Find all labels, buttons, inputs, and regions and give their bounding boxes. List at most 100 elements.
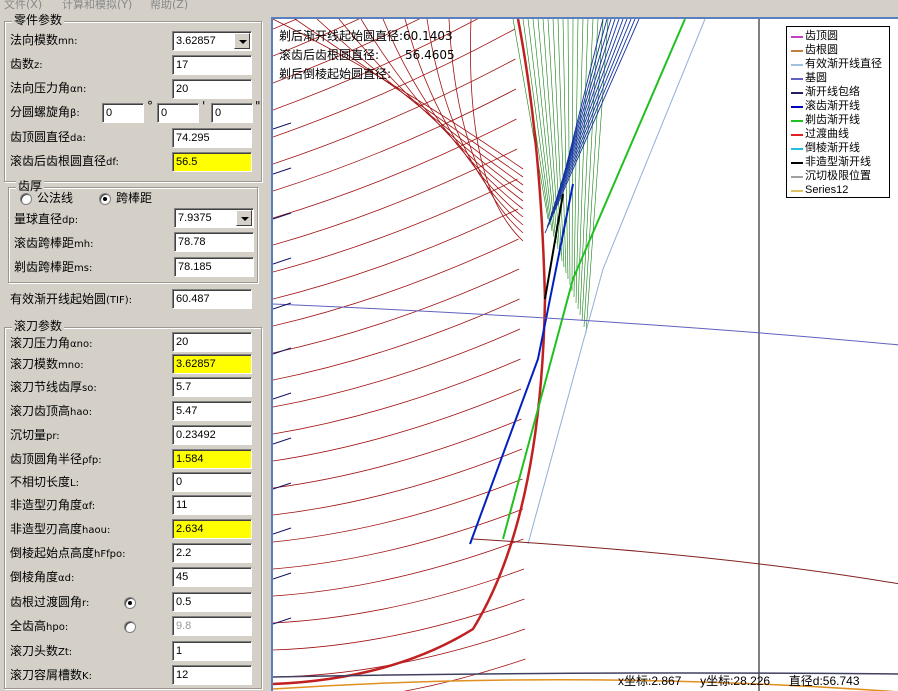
hffpo-input[interactable]: 2.2	[172, 543, 252, 563]
r-input[interactable]: 0.5	[172, 592, 252, 612]
legend-label: 过渡曲线	[805, 128, 849, 140]
hpo-input[interactable]: 9.8	[172, 616, 252, 636]
da-input[interactable]: 74.295	[172, 128, 252, 148]
ano-input[interactable]: 20	[172, 332, 252, 352]
fillet-curve	[273, 19, 547, 686]
legend-label: 基圆	[805, 72, 827, 84]
dp-combo[interactable]: 7.9375	[174, 208, 254, 228]
info2-value: 56.4605	[405, 48, 455, 62]
ad-input[interactable]: 45	[172, 567, 252, 587]
an-input[interactable]: 20	[172, 79, 252, 99]
mno-label: 滚刀模数mno:	[10, 357, 84, 371]
hob-involute-line	[562, 19, 569, 280]
mno-input[interactable]: 3.62857	[172, 354, 252, 374]
mn-combo[interactable]: 3.62857	[172, 31, 252, 51]
legend-swatch	[791, 106, 803, 108]
sec-mark: "	[255, 99, 261, 113]
L-label: 不相切长度L:	[10, 475, 79, 489]
envelope-curve	[273, 178, 518, 273]
ano-label: 滚刀压力角αno:	[10, 336, 93, 350]
tif-input[interactable]: 60.487	[172, 289, 252, 309]
envelope-curve	[448, 19, 524, 234]
involute-envelope-mark	[273, 527, 292, 535]
af-input[interactable]: 11	[172, 495, 252, 515]
base-circle	[273, 303, 898, 346]
over-pins-radio[interactable]	[99, 193, 111, 205]
df-label: 滚齿后齿根圆直径df:	[10, 154, 119, 168]
involute-envelope-mark	[273, 122, 292, 130]
hob-involute-line	[542, 19, 561, 256]
info1-value: 60.1403	[403, 29, 453, 43]
mh-input[interactable]: 78.78	[174, 232, 254, 252]
root-fillet-radio[interactable]	[124, 597, 136, 609]
legend-label: 剃齿渐开线	[805, 114, 860, 126]
zt-input[interactable]: 1	[172, 641, 252, 661]
envelope-curve	[273, 478, 523, 543]
beta-min-input[interactable]: 0	[157, 103, 199, 123]
legend-swatch	[791, 78, 803, 80]
chevron-down-icon[interactable]	[234, 33, 250, 49]
min-mark: '	[202, 99, 206, 113]
menu-bar: 文件(X) 计算和模拟(Y) 帮助(Z)	[0, 0, 898, 12]
legend-swatch	[791, 162, 803, 164]
gear-params-title: 零件参数	[12, 13, 65, 27]
legend-label: 渐开线包络	[805, 86, 860, 98]
hob-params-title: 滚刀参数	[12, 319, 65, 333]
da-label: 齿顶圆直径da:	[10, 130, 86, 144]
legend: 齿顶圆 齿根圆 有效渐开线直径 基圆 渐开线包络 滚齿渐开线 剃齿渐开线 过渡曲线 倒棱渐开线非…	[786, 26, 890, 198]
envelope-curve	[273, 538, 524, 597]
ms-input[interactable]: 78.185	[174, 257, 254, 277]
legend-label: 齿根圆	[805, 44, 838, 56]
hob-involute	[469, 183, 574, 545]
involute-envelope-mark	[273, 167, 292, 175]
deg-mark: °	[147, 99, 153, 113]
info3-label: 剃后倒棱起始圆直径:	[279, 67, 392, 81]
hob-involute-line	[556, 19, 616, 198]
involute-envelope-mark	[273, 257, 292, 265]
pr-label: 沉切量pr:	[10, 428, 60, 442]
pr-input[interactable]: 0.23492	[172, 425, 252, 445]
envelope-curve	[273, 298, 520, 381]
so-input[interactable]: 5.7	[172, 377, 252, 397]
menu-calc[interactable]: 计算和模拟(Y)	[62, 0, 132, 12]
common-normal-radio[interactable]	[20, 193, 32, 205]
so-label: 滚刀节线齿厚so:	[10, 380, 97, 394]
envelope-curve	[273, 238, 519, 327]
beta-sec-input[interactable]: 0	[211, 103, 253, 123]
K-input[interactable]: 12	[172, 665, 252, 685]
tif-label: 有效渐开线起始圆(TIF):	[10, 292, 132, 306]
hffpo-label: 倒棱起始点高度hFfpo:	[10, 546, 126, 560]
envelope-curve	[273, 328, 521, 408]
envelope-curve	[273, 268, 520, 354]
simulation-plot[interactable]: 剃后渐开线起始圆直径:60.1403 滚齿后齿根圆直径: 56.4605 剃后倒棱…	[271, 17, 898, 691]
menu-help[interactable]: 帮助(Z)	[150, 0, 188, 12]
r-label: 齿根过渡圆角r:	[10, 595, 90, 609]
ad-label: 倒棱角度αd:	[10, 570, 75, 584]
af-label: 非造型刃角度αf:	[10, 498, 96, 512]
envelope-curve	[273, 628, 526, 678]
haou-input[interactable]: 2.634	[172, 519, 252, 539]
mn-label: 法向模数mn:	[10, 33, 78, 47]
envelope-curve	[470, 19, 524, 242]
chevron-down-icon[interactable]	[236, 210, 252, 226]
beta-deg-input[interactable]: 0	[102, 103, 144, 123]
L-input[interactable]: 0	[172, 472, 252, 492]
menu-file[interactable]: 文件(X)	[4, 0, 42, 12]
pfp-label: 齿顶圆角半径ρfp:	[10, 452, 102, 466]
pfp-input[interactable]: 1.584	[172, 449, 252, 469]
df-input[interactable]: 56.5	[172, 152, 252, 172]
hob-involute-line	[558, 19, 612, 192]
zt-label: 滚刀头数Zt:	[10, 644, 73, 658]
full-depth-radio[interactable]	[124, 621, 136, 633]
legend-swatch	[791, 92, 803, 94]
legend-label: 滚齿渐开线	[805, 100, 860, 112]
envelope-curve	[273, 118, 517, 219]
hao-input[interactable]: 5.47	[172, 401, 252, 421]
legend-swatch	[791, 120, 803, 122]
legend-label: 齿顶圆	[805, 30, 838, 42]
ms-label: 剃齿跨棒距ms:	[14, 260, 93, 274]
z-input[interactable]: 17	[172, 55, 252, 75]
involute-envelope-mark	[273, 212, 292, 220]
z-label: 齿数z:	[10, 57, 43, 71]
haou-label: 非造型刃高度haou:	[10, 522, 111, 536]
